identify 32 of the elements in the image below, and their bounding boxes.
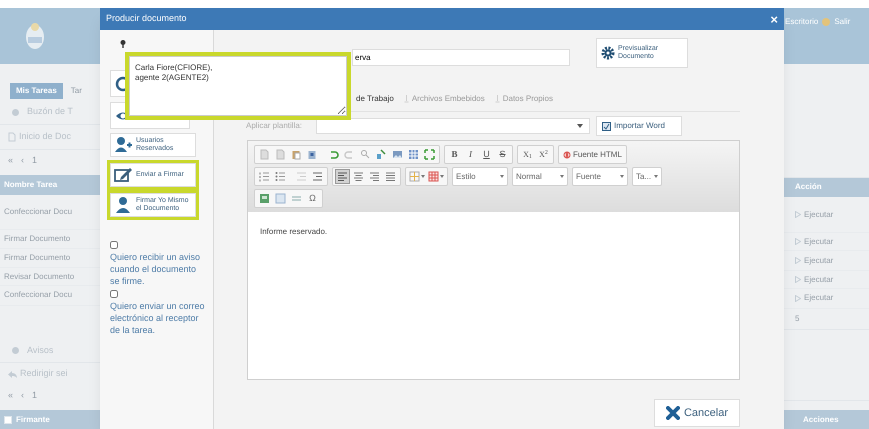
special-character-button[interactable]: Ω (305, 191, 320, 206)
import-button[interactable]: Importar Word (596, 116, 682, 136)
table-cell: Confeccionar Docu (4, 206, 72, 218)
script-button[interactable]: X$^{2}$ (536, 147, 551, 162)
table-cell: Firmar Documento (4, 232, 70, 245)
recipients-field[interactable]: Carla Fiore(CFIORE), agente 2(AGENTE2) (129, 56, 347, 116)
table-cell: Revisar Documento (4, 270, 74, 283)
column-header: Acción (795, 181, 822, 194)
column-header: Firmante (16, 414, 50, 426)
reference-field[interactable]: erva (352, 48, 570, 66)
table-cell: Firmar Documento (4, 252, 70, 264)
document-text: Informe reservado. (260, 226, 328, 238)
format-button[interactable]: I (463, 147, 478, 162)
script-button[interactable]: X$_{1}$ (520, 147, 535, 162)
format-dropdown[interactable]: Estilo (452, 167, 508, 186)
checkbox-label: Quiero recibir un aviso cuando el documento se firme. (110, 251, 202, 287)
table-cell: Confeccionar Docu (4, 289, 72, 302)
column-header: Acciones (803, 414, 839, 426)
row-count: 5 (795, 313, 800, 326)
tab[interactable]: de Trabajo (356, 92, 394, 104)
format-dropdown[interactable]: Normal (512, 167, 568, 186)
close-button[interactable]: × (770, 12, 778, 26)
field-label: Aplicar plantilla: (246, 120, 304, 132)
format-button[interactable]: S (495, 147, 510, 162)
format-button[interactable]: U (479, 147, 494, 162)
dialog-title: Producir documento (106, 12, 187, 26)
format-dropdown[interactable]: Ta... (632, 167, 662, 186)
format-dropdown[interactable]: Fuente (572, 167, 628, 186)
column-header: Nombre Tarea (4, 179, 58, 192)
cancel-button[interactable]: Cancelar (654, 399, 740, 427)
checkbox-label: Quiero enviar un correo electrónico al receptor de la tarea. (110, 300, 205, 336)
format-button[interactable]: B (447, 147, 462, 162)
